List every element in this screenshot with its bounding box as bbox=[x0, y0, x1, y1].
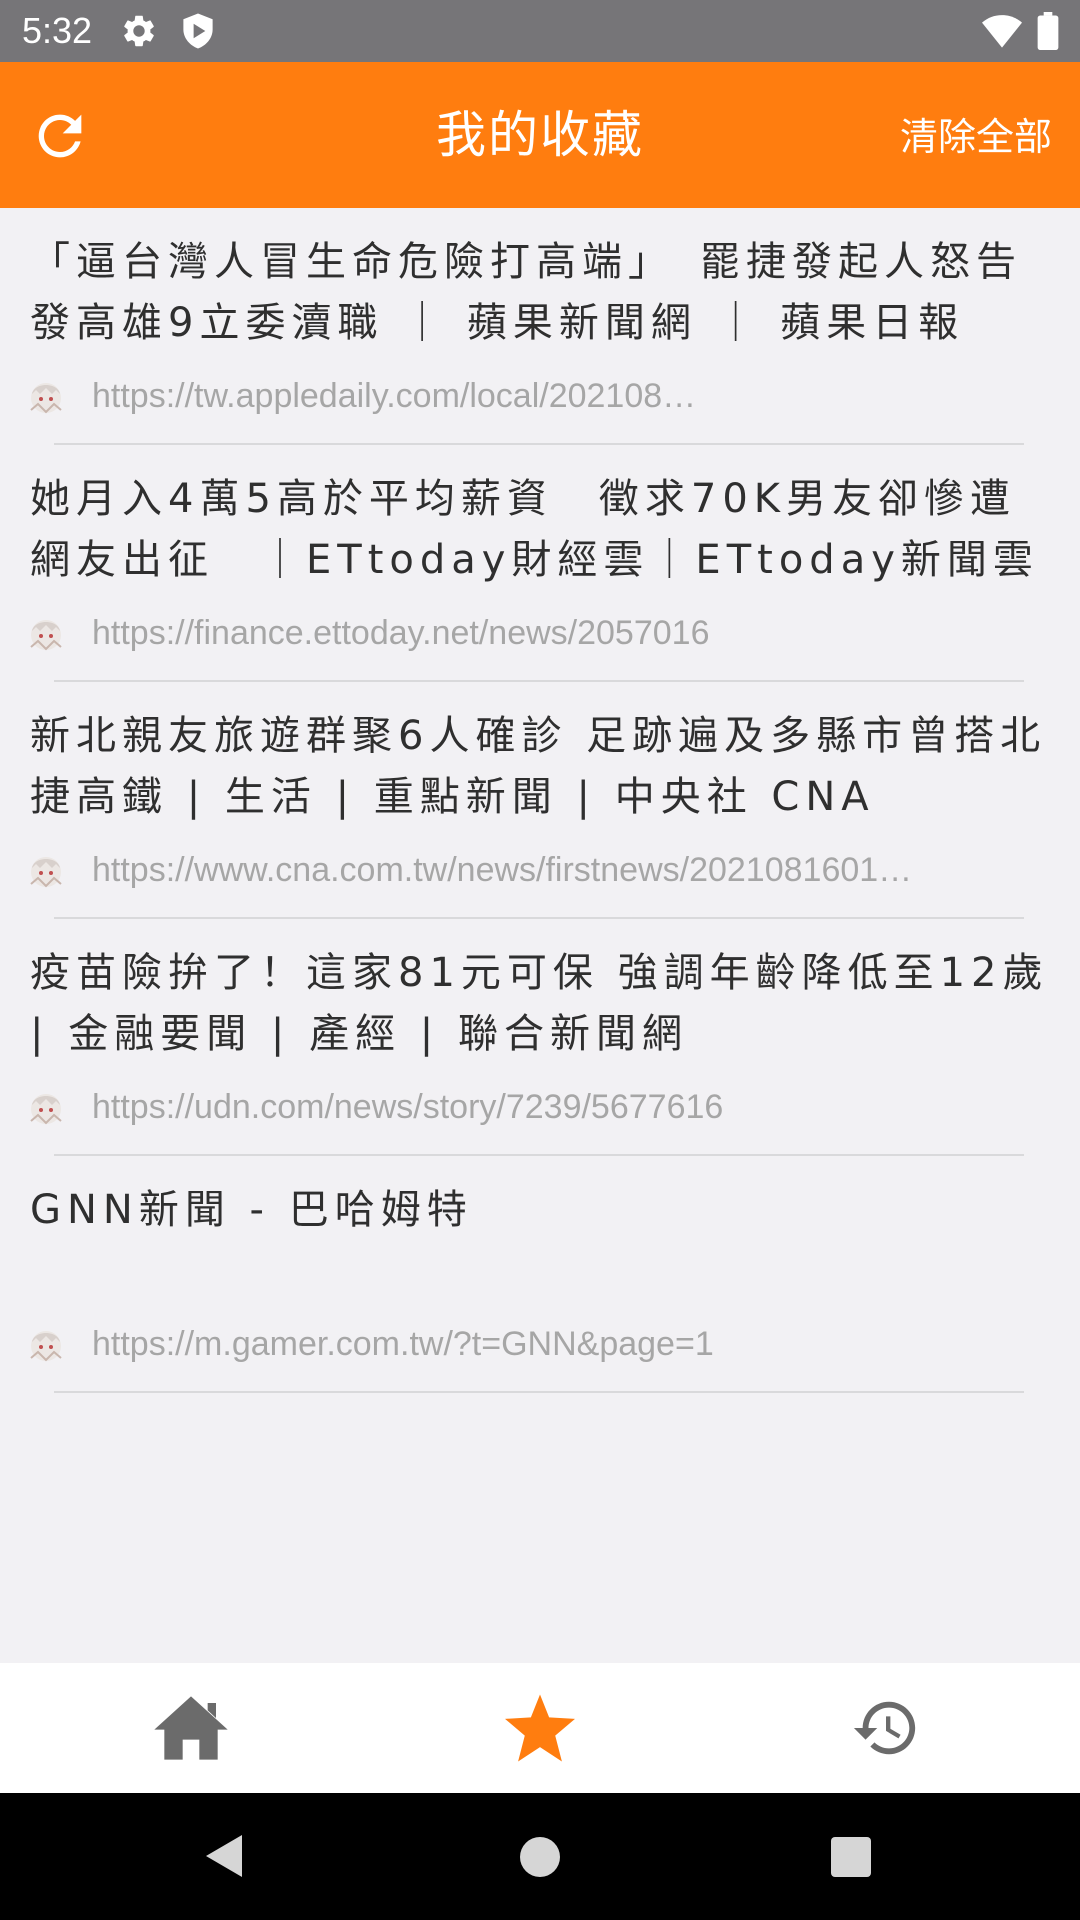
app-bar: 我的收藏 清除全部 bbox=[0, 62, 1080, 208]
status-bar: 5:32 bbox=[0, 0, 1080, 62]
refresh-icon[interactable] bbox=[28, 104, 92, 168]
favicon-icon bbox=[30, 1094, 62, 1125]
favicon-icon bbox=[30, 620, 62, 651]
favicon-icon bbox=[30, 1331, 62, 1362]
recents-icon[interactable] bbox=[831, 1837, 871, 1877]
item-url-row: https://finance.ettoday.net/news/2057016 bbox=[26, 611, 1056, 655]
favorites-list: 「逼台灣人冒生命危險打高端」 罷捷發起人怒告發高雄9立委瀆職 ｜ 蘋果新聞網 ｜… bbox=[0, 208, 1080, 1393]
item-url: https://finance.ettoday.net/news/2057016 bbox=[92, 614, 710, 652]
back-icon[interactable] bbox=[204, 1833, 244, 1879]
favicon-icon bbox=[30, 383, 62, 414]
item-url-row: https://www.cna.com.tw/news/firstnews/20… bbox=[26, 848, 1056, 892]
history-icon[interactable] bbox=[846, 1693, 926, 1763]
gear-icon bbox=[124, 15, 154, 47]
item-title: 「逼台灣人冒生命危險打高端」 罷捷發起人怒告發高雄9立委瀆職 ｜ 蘋果新聞網 ｜… bbox=[30, 239, 1022, 346]
item-url: https://www.cna.com.tw/news/firstnews/20… bbox=[92, 851, 913, 889]
list-item[interactable]: 「逼台灣人冒生命危險打高端」 罷捷發起人怒告發高雄9立委瀆職 ｜ 蘋果新聞網 ｜… bbox=[0, 208, 1080, 445]
shield-icon bbox=[183, 13, 213, 49]
list-item[interactable]: GNN新聞 - 巴哈姆特 https://m.gamer.com.tw/?t=G… bbox=[0, 1156, 1080, 1393]
item-title: GNN新聞 - 巴哈姆特 bbox=[30, 1187, 473, 1233]
bottom-nav bbox=[0, 1663, 1080, 1793]
item-title: 新北親友旅遊群聚6人確診 足跡遍及多縣市曾搭北捷高鐵 | 生活 | 重點新聞 |… bbox=[30, 713, 1047, 820]
system-nav bbox=[0, 1793, 1080, 1920]
star-icon[interactable] bbox=[500, 1693, 580, 1763]
clear-all-button[interactable]: 清除全部 bbox=[900, 110, 1052, 164]
list-item[interactable]: 新北親友旅遊群聚6人確診 足跡遍及多縣市曾搭北捷高鐵 | 生活 | 重點新聞 |… bbox=[0, 682, 1080, 919]
item-url-row: https://tw.appledaily.com/local/202108… bbox=[26, 374, 1056, 418]
item-url: https://tw.appledaily.com/local/202108… bbox=[92, 377, 697, 415]
status-time: 5:32 bbox=[22, 10, 93, 51]
item-title: 疫苗險拚了！這家81元可保 強調年齡降低至12歲 | 金融要聞 | 產經 | 聯… bbox=[30, 950, 1049, 1057]
home-icon[interactable] bbox=[151, 1693, 231, 1763]
item-url-row: https://m.gamer.com.tw/?t=GNN&page=1 bbox=[26, 1322, 1056, 1366]
item-url: https://udn.com/news/story/7239/5677616 bbox=[92, 1088, 724, 1126]
battery-icon bbox=[1037, 12, 1059, 50]
home-circle-icon[interactable] bbox=[520, 1837, 560, 1877]
list-item[interactable]: 她月入4萬5高於平均薪資 徵求70K男友卻慘遭網友出征 ｜ETtoday財經雲｜… bbox=[0, 445, 1080, 682]
item-url-row: https://udn.com/news/story/7239/5677616 bbox=[26, 1085, 1056, 1129]
divider bbox=[54, 1391, 1024, 1393]
favicon-icon bbox=[30, 857, 62, 888]
list-item[interactable]: 疫苗險拚了！這家81元可保 強調年齡降低至12歲 | 金融要聞 | 產經 | 聯… bbox=[0, 919, 1080, 1156]
item-url: https://m.gamer.com.tw/?t=GNN&page=1 bbox=[92, 1325, 714, 1363]
item-title: 她月入4萬5高於平均薪資 徵求70K男友卻慘遭網友出征 ｜ETtoday財經雲｜… bbox=[30, 476, 1039, 583]
wifi-icon bbox=[982, 15, 1022, 48]
